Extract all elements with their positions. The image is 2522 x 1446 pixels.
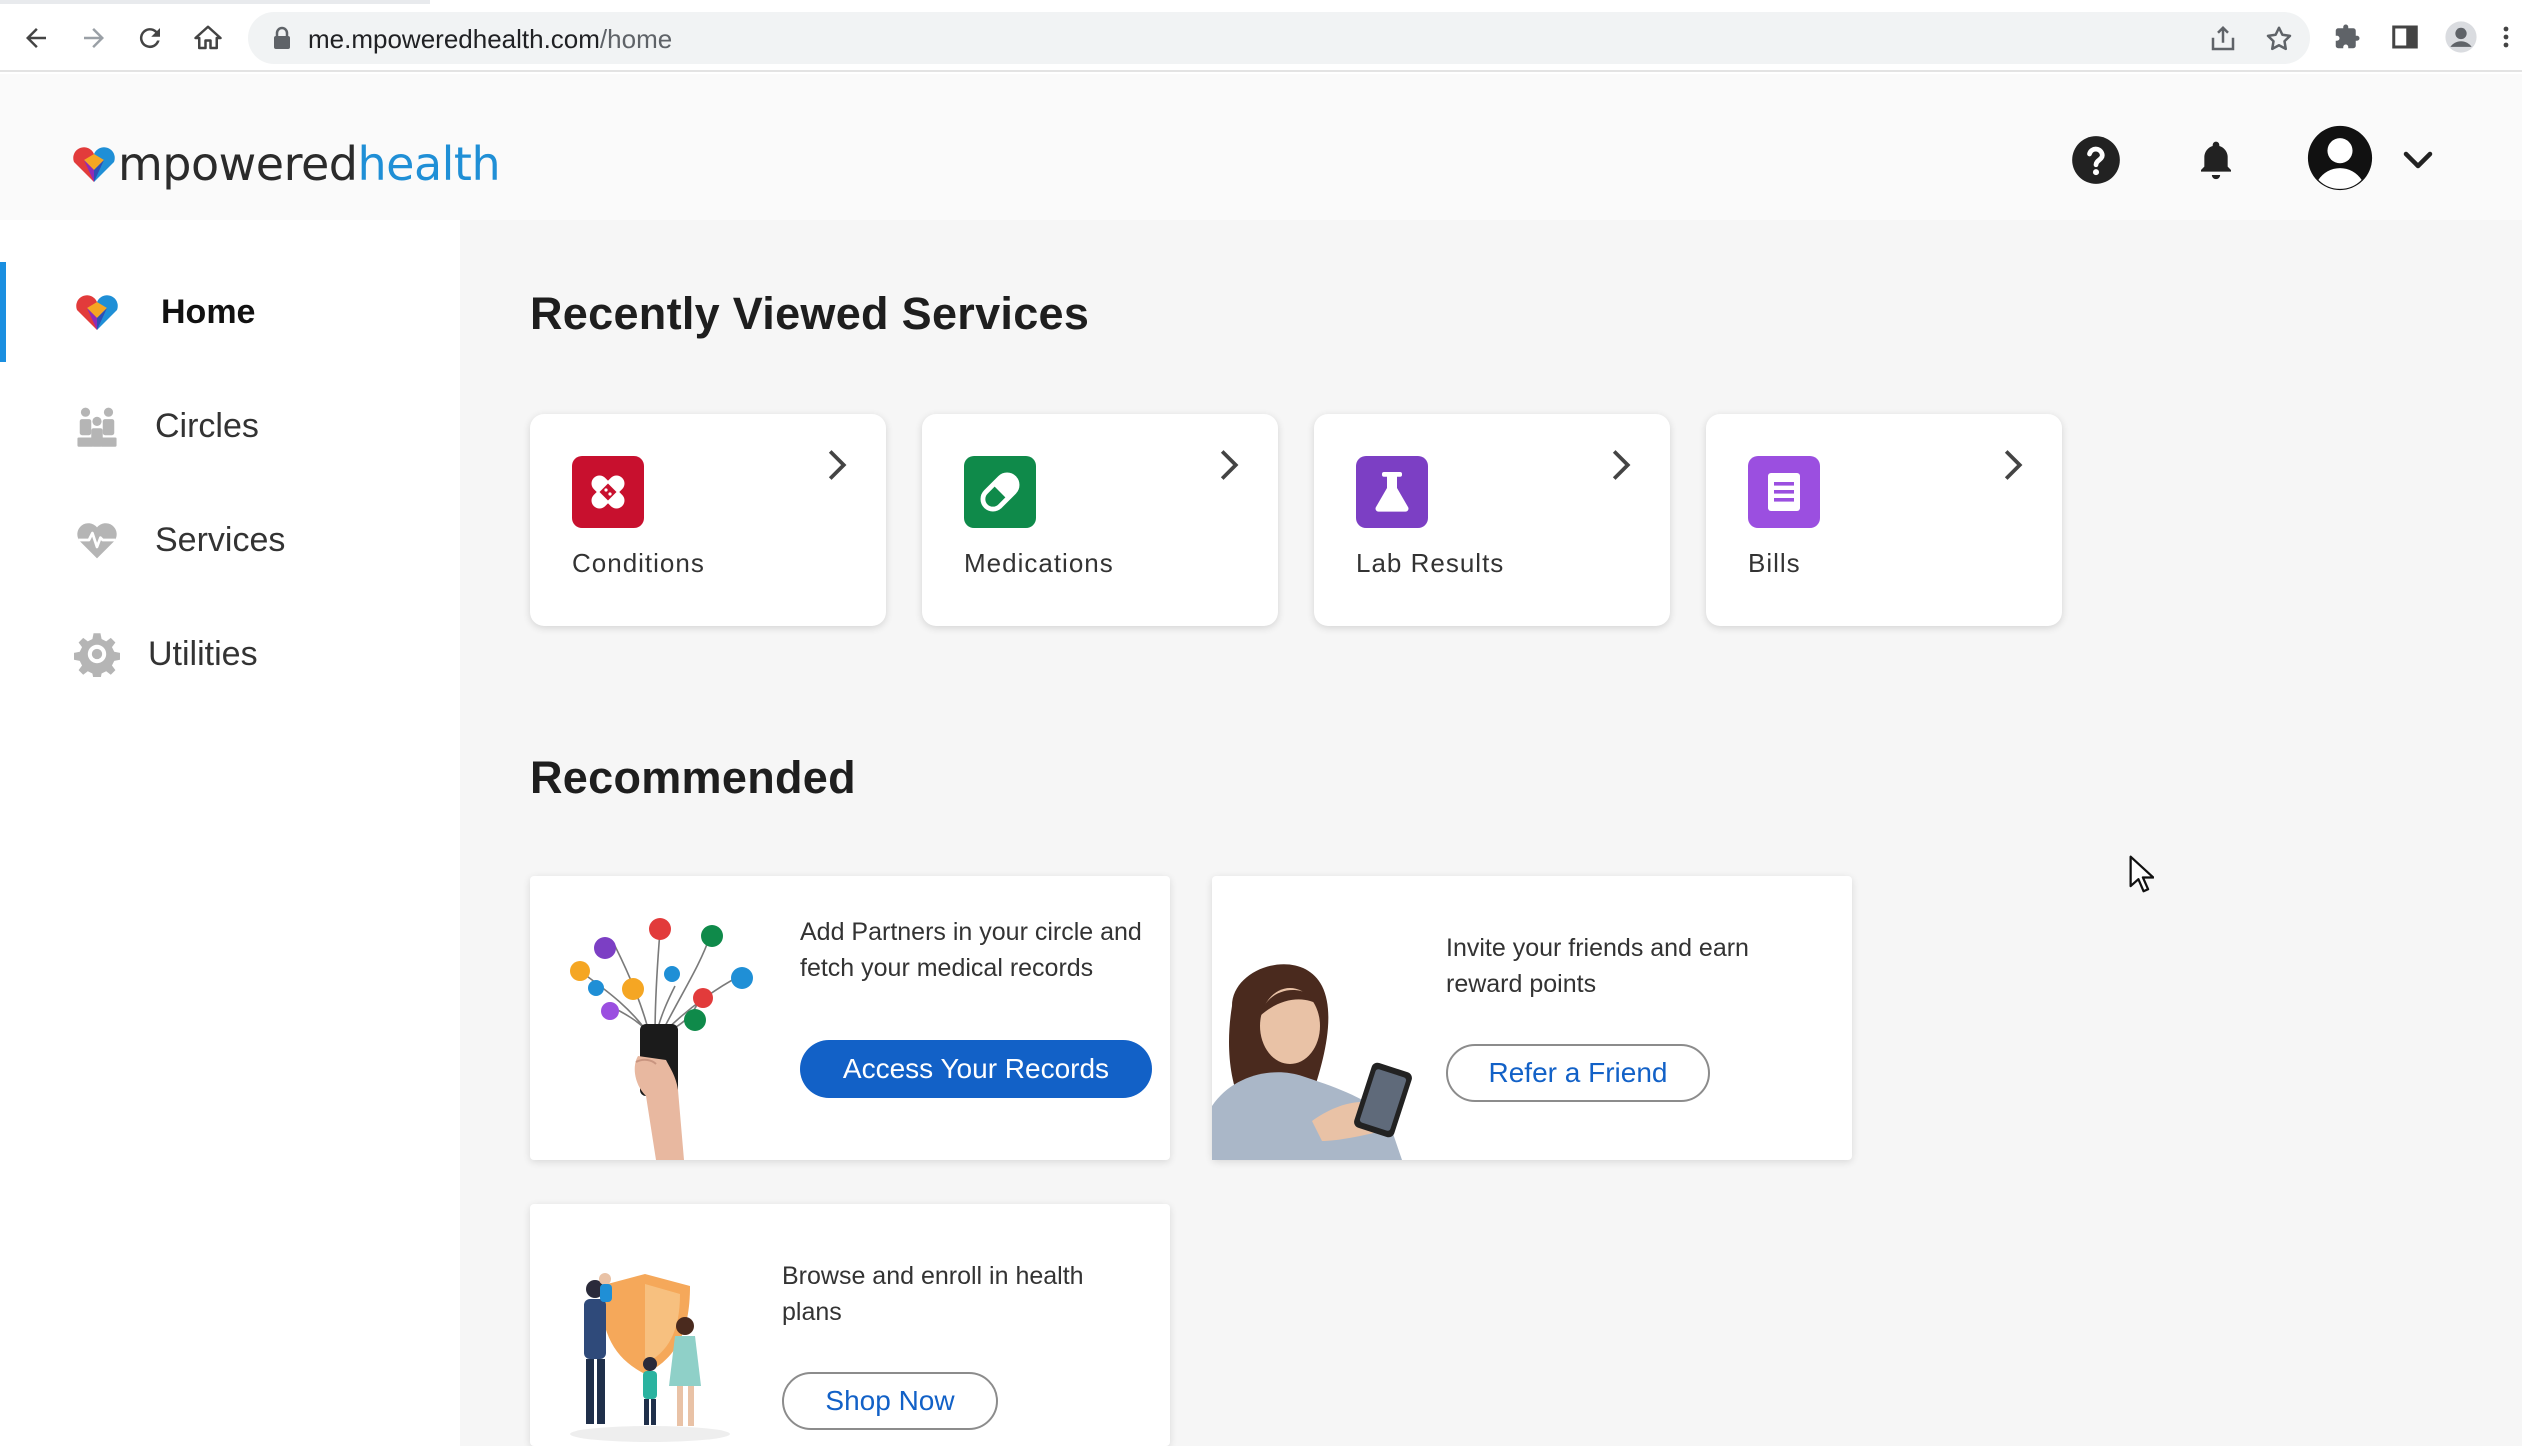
- sidebar-item-utilities[interactable]: Utilities: [0, 604, 460, 704]
- forward-arrow-icon: [84, 28, 104, 48]
- back-arrow-icon: [26, 28, 46, 48]
- url-path: /home: [599, 24, 673, 54]
- url-host: me.mpoweredhealth.com: [308, 24, 600, 54]
- browser-toolbar: me.mpoweredhealth.com/home: [0, 0, 2522, 72]
- woman-with-tablet-illustration: [1212, 946, 1442, 1160]
- recommend-card-text: Invite your friends and earn reward poin…: [1446, 934, 1749, 998]
- app-header: mpoweredhealth: [0, 74, 2522, 220]
- service-card-label: Medications: [964, 548, 1114, 578]
- refer-friend-button[interactable]: Refer a Friend: [1446, 1044, 1710, 1102]
- sidebar: Home Circles Services Utilities: [0, 220, 460, 1446]
- brand-name-part2: health: [357, 137, 501, 191]
- share-icon[interactable]: [2208, 24, 2238, 54]
- sidebar-item-label: Services: [155, 520, 286, 559]
- service-card-lab-results[interactable]: Lab Results: [1314, 414, 1670, 626]
- home-button[interactable]: [188, 18, 228, 58]
- url-text: me.mpoweredhealth.com/home: [308, 24, 672, 55]
- service-card-conditions[interactable]: Conditions: [530, 414, 886, 626]
- home-icon: [194, 25, 222, 50]
- reload-button[interactable]: [130, 18, 170, 58]
- service-card-label: Bills: [1748, 548, 1801, 578]
- mouse-pointer-icon: [2129, 855, 2154, 893]
- home-logo-icon: [72, 287, 122, 337]
- recommend-card-plans: Browse and enroll in health plans Shop N…: [530, 1204, 1170, 1446]
- shop-now-button[interactable]: Shop Now: [782, 1372, 998, 1430]
- chevron-right-icon: [828, 450, 847, 480]
- bookmark-star-icon[interactable]: [2264, 24, 2294, 54]
- extensions-button[interactable]: [2330, 20, 2364, 54]
- account-menu-toggle[interactable]: [2398, 140, 2438, 180]
- sidebar-item-label: Circles: [155, 406, 259, 445]
- profile-icon: [2445, 21, 2477, 53]
- tab-strip: [0, 0, 2522, 4]
- recommend-card-text: Add Partners in your circle and fetch yo…: [800, 918, 1142, 982]
- access-records-button[interactable]: Access Your Records: [800, 1040, 1152, 1098]
- recently-viewed-title: Recently Viewed Services: [530, 288, 1090, 339]
- avatar-icon: [2307, 125, 2373, 191]
- chevron-right-icon: [1612, 450, 1631, 480]
- brand-heart-icon: [73, 147, 115, 182]
- pill-icon: [964, 456, 1036, 528]
- service-card-label: Lab Results: [1356, 548, 1505, 578]
- kebab-menu-icon: [2503, 26, 2509, 48]
- reload-icon: [139, 28, 160, 49]
- brand-name: mpoweredhealth: [118, 137, 501, 191]
- sidebar-item-label: Utilities: [148, 634, 258, 673]
- back-button[interactable]: [16, 18, 56, 58]
- notifications-button[interactable]: [2194, 134, 2238, 186]
- service-card-bills[interactable]: Bills: [1706, 414, 2062, 626]
- brand-name-part1: mpowered: [118, 137, 358, 191]
- address-bar[interactable]: me.mpoweredhealth.com/home: [248, 12, 2310, 64]
- user-avatar-button[interactable]: [2304, 122, 2376, 194]
- chrome-menu-button[interactable]: [2494, 20, 2518, 54]
- chevron-right-icon: [1220, 450, 1239, 480]
- recommend-card-records: Add Partners in your circle and fetch yo…: [530, 876, 1170, 1160]
- circles-icon: [72, 401, 122, 451]
- forward-button[interactable]: [74, 18, 114, 58]
- family-shield-illustration: [550, 1254, 750, 1446]
- sidebar-item-label: Home: [161, 292, 256, 331]
- puzzle-icon: [2335, 24, 2360, 49]
- help-icon: [2072, 136, 2120, 184]
- sidebar-item-circles[interactable]: Circles: [0, 376, 460, 476]
- bell-icon: [2201, 141, 2231, 180]
- services-heart-icon: [72, 515, 122, 565]
- profile-button[interactable]: [2444, 20, 2478, 54]
- bill-icon: [1748, 456, 1820, 528]
- side-panel-button[interactable]: [2388, 20, 2422, 54]
- chevron-right-icon: [2004, 450, 2023, 480]
- chevron-down-icon: [2403, 151, 2433, 169]
- bandage-icon: [572, 456, 644, 528]
- service-card-medications[interactable]: Medications: [922, 414, 1278, 626]
- sidebar-item-services[interactable]: Services: [0, 490, 460, 590]
- gear-icon: [72, 629, 122, 679]
- main-content: Recently Viewed Services Conditions Medi…: [460, 220, 2522, 1446]
- sidebar-item-home[interactable]: Home: [0, 262, 460, 362]
- side-panel-icon: [2392, 25, 2418, 49]
- flask-icon: [1356, 456, 1428, 528]
- help-button[interactable]: [2070, 134, 2122, 186]
- brand-logo[interactable]: mpoweredhealth: [70, 134, 501, 194]
- lock-icon: [274, 26, 290, 49]
- recommend-card-text: Browse and enroll in health plans: [782, 1262, 1084, 1326]
- service-card-label: Conditions: [572, 548, 705, 578]
- phone-network-illustration: [560, 896, 760, 1160]
- recommended-title: Recommended: [530, 752, 856, 803]
- recommend-card-refer: Invite your friends and earn reward poin…: [1212, 876, 1852, 1160]
